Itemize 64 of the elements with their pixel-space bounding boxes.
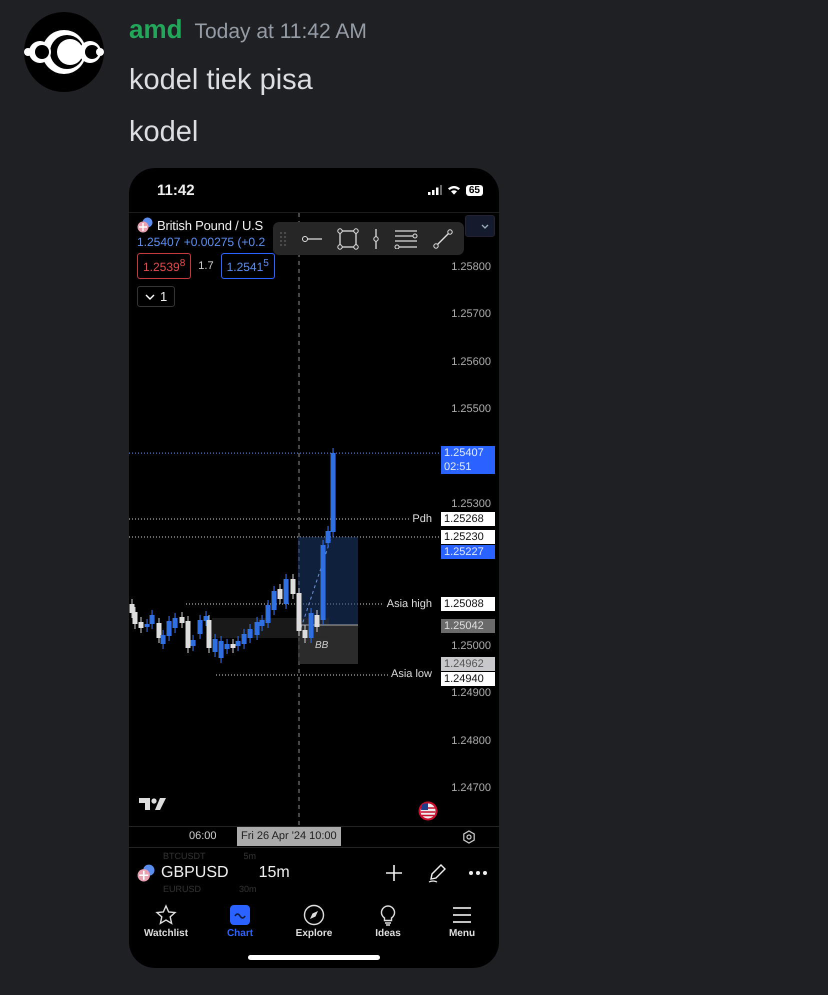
spread-value: 1.7 (198, 260, 214, 272)
price-change: 1.25407 +0.00275 (+0.2 (137, 235, 266, 249)
price-axis-label: 1.25700 (451, 307, 491, 322)
phone-screenshot[interactable] (129, 168, 499, 968)
price-axis-label: 1.24800 (451, 734, 491, 748)
drag-handle-icon[interactable] (279, 232, 287, 246)
interval-button[interactable]: 15m (258, 864, 290, 882)
nav-tab[interactable]: Watchlist (129, 904, 203, 939)
vertical-line-tool-icon[interactable] (372, 228, 380, 250)
timestamp: Today at 11:42 AM (194, 20, 367, 44)
nav-tab[interactable]: Menu (425, 904, 499, 939)
price-tag-value: 1.24940 (444, 672, 485, 686)
price-axis-label: 1.25300 (451, 496, 491, 511)
pen-icon[interactable] (427, 863, 447, 883)
chevron-icon (481, 224, 489, 228)
rectangle-tool-icon[interactable] (336, 228, 359, 250)
nav-tab[interactable]: Ideas (351, 904, 425, 939)
wifi-icon (446, 185, 461, 195)
author-name[interactable]: amd (129, 14, 182, 45)
message-text: kodel (129, 115, 200, 150)
sell-button[interactable]: 1.2539$^{8}$ (137, 253, 192, 279)
trend-line-tool-icon[interactable] (432, 228, 454, 250)
buy-button[interactable]: 1.2541$^{5}$ (220, 253, 275, 279)
price-tag-value: 1.25088 (444, 597, 485, 612)
menu-icon (451, 904, 473, 926)
price-tag-value: 1.25268 (444, 512, 485, 526)
nav-tab[interactable]: Chart (203, 904, 277, 939)
price-axis-label: 1.25600 (451, 354, 491, 369)
countdown: 02:51 (444, 460, 473, 474)
time-axis-label: 06:00 (189, 830, 217, 842)
signal-icon (428, 185, 442, 195)
more-icon[interactable] (469, 871, 487, 875)
price-tag-value: 1.25407 (444, 446, 485, 460)
currency-flags-icon (137, 217, 153, 233)
price-axis-label: 1.24900 (451, 686, 491, 700)
parallel-lines-tool-icon[interactable] (394, 228, 418, 248)
battery-level: 65 (466, 184, 483, 196)
price-tag-value: 1.24962 (444, 656, 485, 671)
chart-icon (229, 904, 251, 926)
message-text: kodel tiek pisa (129, 63, 314, 98)
flag-icon[interactable] (418, 801, 438, 821)
symbol-button[interactable]: GBPUSD (161, 864, 229, 882)
plus-icon[interactable] (385, 864, 403, 882)
currency-flags-icon (137, 864, 155, 882)
crosshair-time-label: Fri 26 Apr '24 10:00 (237, 827, 341, 846)
collapse-button[interactable]: 1 (137, 286, 176, 307)
price-axis-label: 1.25800 (451, 260, 491, 274)
status-time: 11:42 (157, 182, 195, 198)
price-tag-value: 1.25042 (444, 619, 485, 634)
avatar[interactable] (24, 12, 104, 92)
logo-icon (139, 797, 167, 811)
price-axis-label: 1.24700 (451, 781, 491, 795)
price-axis-label: 1.25500 (451, 402, 491, 416)
nav-tab[interactable]: Explore (277, 904, 351, 939)
price-axis-label: 1.25000 (451, 638, 491, 653)
price-tag-value: 1.25227 (444, 544, 485, 559)
ray-tool-icon[interactable] (300, 234, 323, 242)
chevron-icon (145, 294, 155, 300)
price-tag-value: 1.25230 (444, 530, 485, 544)
box-label: BB (315, 640, 328, 651)
compass-icon (303, 904, 325, 926)
star-icon (155, 904, 177, 926)
symbol-name: British Pound / U.S (157, 218, 264, 232)
settings-icon[interactable] (462, 830, 476, 844)
